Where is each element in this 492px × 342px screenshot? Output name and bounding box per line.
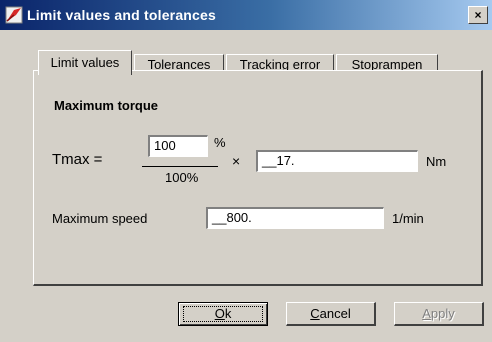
nm-unit-label: Nm (426, 154, 447, 169)
denominator-label: 100% (165, 170, 199, 185)
apply-button[interactable]: Apply (394, 302, 484, 326)
torque-percent-input[interactable]: 100 (148, 135, 208, 157)
multiply-sign: × (232, 153, 241, 169)
max-speed-label: Maximum speed (52, 211, 148, 226)
tmax-label: Tmax = (52, 151, 103, 168)
max-torque-heading: Maximum torque (54, 98, 159, 113)
title-bar[interactable]: Limit values and tolerances × (0, 0, 492, 30)
tab-label: Limit values (50, 55, 120, 70)
apply-label: pply (430, 306, 455, 321)
percent-sign: % (214, 135, 226, 150)
focus-rectangle (183, 306, 263, 322)
cancel-label: ancel (319, 306, 351, 321)
tab-limit-values[interactable]: Limit values (38, 50, 132, 75)
max-speed-input[interactable]: __800. (206, 207, 384, 229)
close-button[interactable]: × (468, 6, 488, 24)
cancel-button[interactable]: Cancel (286, 302, 376, 326)
speed-unit-label: 1/min (392, 211, 424, 226)
apply-accelerator: A (422, 306, 431, 321)
fraction-line (142, 166, 218, 167)
torque-nm-input[interactable]: __17. (256, 150, 418, 172)
app-icon (5, 6, 23, 24)
cancel-accelerator: C (310, 306, 320, 321)
window-title: Limit values and tolerances (27, 7, 217, 23)
ok-button[interactable]: Ok (178, 302, 268, 326)
